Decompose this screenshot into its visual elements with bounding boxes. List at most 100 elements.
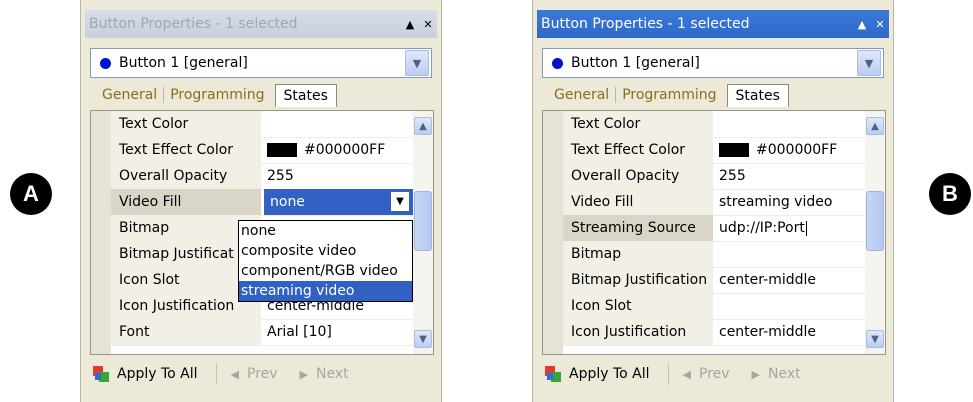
object-selector-label: Button 1 [general] — [571, 55, 700, 71]
property-value[interactable]: #000000FF — [261, 142, 413, 158]
property-row[interactable]: Font Arial [10] — [111, 319, 413, 346]
property-row[interactable]: Text Effect Color #000000FF — [563, 137, 865, 164]
property-label: Bitmap — [563, 241, 713, 267]
property-value[interactable]: 255 — [261, 168, 413, 184]
tab-general[interactable]: General — [96, 87, 163, 103]
property-value[interactable]: center-middle — [713, 272, 865, 288]
color-value: #000000FF — [756, 142, 838, 158]
panel-title: Button Properties - 1 selected — [541, 16, 750, 32]
dropdown-option[interactable]: component/RGB video — [239, 261, 412, 281]
property-row[interactable]: Overall Opacity 255 — [111, 163, 413, 190]
chevron-down-icon[interactable]: ▼ — [405, 50, 429, 76]
scroll-thumb[interactable] — [866, 191, 884, 251]
apply-to-all-label: Apply To All — [117, 366, 198, 382]
property-row[interactable]: Bitmap Justification center-middle — [563, 267, 865, 294]
apply-to-all-label: Apply To All — [569, 366, 650, 382]
next-arrow-icon: ▶ — [299, 367, 309, 381]
object-selector-label: Button 1 [general] — [119, 55, 248, 71]
apply-to-all-icon — [93, 366, 111, 382]
dropdown-option-selected[interactable]: streaming video — [239, 281, 412, 301]
next-button[interactable]: ▶ Next — [300, 366, 349, 382]
tab-programming[interactable]: Programming — [615, 87, 722, 103]
property-value[interactable]: 255 — [713, 168, 865, 184]
footer-divider — [215, 363, 217, 385]
panel-title-bar[interactable]: Button Properties - 1 selected ▲ ✕ — [537, 10, 889, 38]
next-arrow-icon: ▶ — [751, 367, 761, 381]
vertical-scrollbar[interactable]: ▲ ▼ — [865, 111, 885, 354]
object-selector-combo[interactable]: Button 1 [general] ▼ — [542, 48, 884, 78]
property-row[interactable]: Text Effect Color #000000FF — [111, 137, 413, 164]
property-tabs: General Programming States — [548, 82, 789, 108]
property-label: Video Fill — [563, 189, 713, 215]
apply-to-all-button[interactable]: Apply To All — [545, 366, 650, 382]
close-icon[interactable]: ✕ — [419, 18, 437, 31]
property-row[interactable]: Video Fill none ▼ — [111, 189, 413, 216]
dropdown-option[interactable]: composite video — [239, 241, 412, 261]
tab-states[interactable]: States — [726, 83, 789, 107]
footer-divider — [667, 363, 669, 385]
property-label: Video Fill — [111, 189, 261, 215]
dropdown-option[interactable]: none — [239, 221, 412, 241]
button-bullet-icon — [100, 57, 111, 69]
property-value[interactable]: center-middle — [713, 324, 865, 340]
property-row[interactable]: Text Color — [111, 111, 413, 138]
streaming-source-input[interactable]: udp://IP:Port — [713, 220, 865, 236]
property-label: Overall Opacity — [563, 163, 713, 189]
property-row[interactable]: Overall Opacity 255 — [563, 163, 865, 190]
property-label: Font — [111, 319, 261, 345]
dropdown-arrow-icon[interactable]: ▼ — [391, 192, 409, 211]
panel-title: Button Properties - 1 selected — [89, 16, 298, 32]
video-fill-dropdown-list: none composite video component/RGB video… — [238, 220, 413, 302]
minimize-icon[interactable]: ▲ — [853, 18, 871, 31]
property-label: Text Color — [563, 111, 713, 137]
minimize-icon[interactable]: ▲ — [401, 18, 419, 31]
property-row[interactable]: Video Fill streaming video — [563, 189, 865, 216]
property-tabs: General Programming States — [96, 82, 337, 108]
color-swatch — [719, 143, 749, 157]
property-label: Icon Slot — [563, 293, 713, 319]
apply-to-all-button[interactable]: Apply To All — [93, 366, 198, 382]
tab-programming[interactable]: Programming — [163, 87, 270, 103]
prev-button[interactable]: ◀ Prev — [231, 366, 278, 382]
tab-general[interactable]: General — [548, 87, 615, 103]
panel-title-bar[interactable]: Button Properties - 1 selected ▲ ✕ — [85, 10, 437, 38]
property-row[interactable]: Streaming Source udp://IP:Port — [563, 215, 865, 242]
tab-states[interactable]: States — [274, 83, 337, 107]
callout-badge-b: B — [929, 173, 971, 215]
prev-label: Prev — [699, 366, 730, 382]
video-fill-editor[interactable]: none ▼ — [264, 189, 413, 215]
property-value[interactable]: streaming video — [713, 194, 865, 210]
vertical-scrollbar[interactable]: ▲ ▼ — [413, 111, 433, 354]
property-label: Text Effect Color — [111, 137, 261, 163]
close-icon[interactable]: ✕ — [871, 18, 889, 31]
scroll-down-icon[interactable]: ▼ — [866, 330, 884, 348]
property-row[interactable]: Bitmap — [563, 241, 865, 268]
property-row[interactable]: Text Color — [563, 111, 865, 138]
button-properties-panel-a: Button Properties - 1 selected ▲ ✕ Butto… — [81, 0, 441, 402]
object-selector-combo[interactable]: Button 1 [general] ▼ — [90, 48, 432, 78]
property-value[interactable]: #000000FF — [713, 142, 865, 158]
property-row[interactable]: Icon Slot — [563, 293, 865, 320]
button-bullet-icon — [552, 57, 563, 69]
property-label: Icon Justification — [563, 319, 713, 345]
next-label: Next — [768, 366, 801, 382]
chevron-down-icon[interactable]: ▼ — [857, 50, 881, 76]
scroll-up-icon[interactable]: ▲ — [866, 117, 884, 135]
next-button[interactable]: ▶ Next — [752, 366, 801, 382]
property-row[interactable]: Icon Justification center-middle — [563, 319, 865, 346]
color-swatch — [267, 143, 297, 157]
property-value[interactable]: Arial [10] — [261, 324, 413, 340]
scroll-thumb[interactable] — [414, 191, 432, 251]
prev-arrow-icon: ◀ — [230, 367, 239, 381]
next-label: Next — [316, 366, 349, 382]
color-value: #000000FF — [304, 142, 386, 158]
property-grid: Text Color Text Effect Color #000000FF O… — [542, 110, 886, 355]
scroll-up-icon[interactable]: ▲ — [414, 117, 432, 135]
property-label: Bitmap Justification — [563, 267, 713, 293]
property-label: Text Color — [111, 111, 261, 137]
callout-badge-a: A — [10, 173, 52, 215]
prev-button[interactable]: ◀ Prev — [683, 366, 730, 382]
scroll-down-icon[interactable]: ▼ — [414, 330, 432, 348]
property-label: Text Effect Color — [563, 137, 713, 163]
grid-gutter — [91, 111, 111, 354]
